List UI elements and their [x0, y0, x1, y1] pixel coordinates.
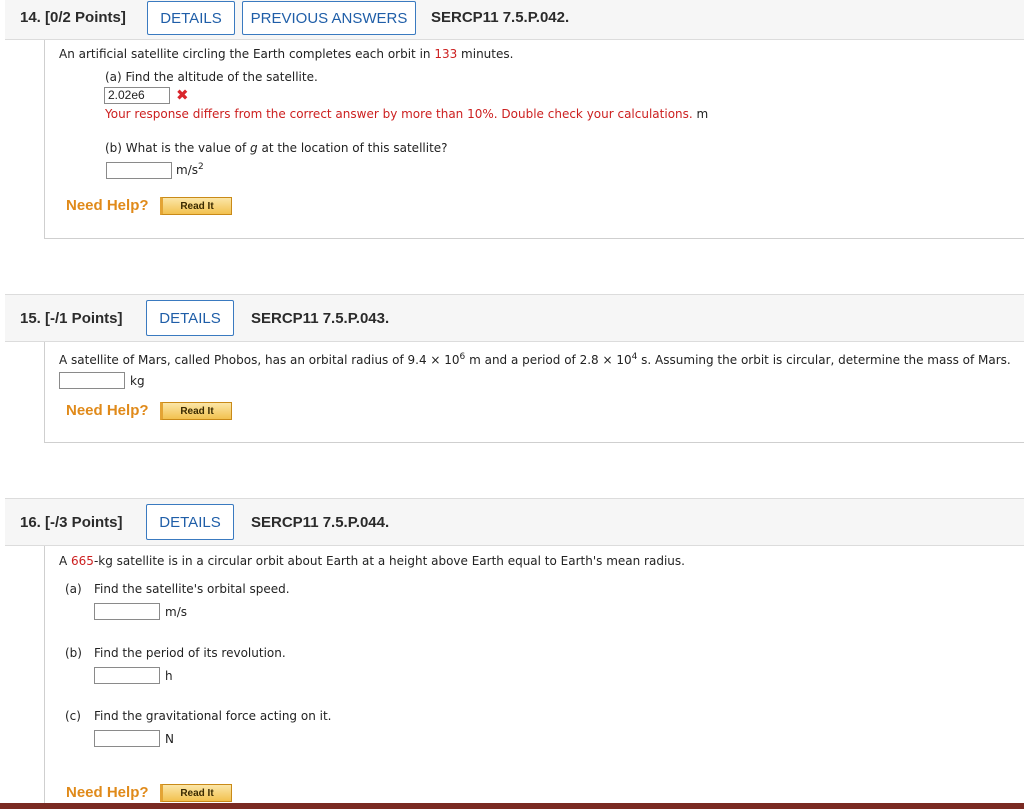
q14-part-b-text: (b) What is the value of g at the locati…: [105, 141, 448, 155]
q14-previous-answers-button[interactable]: PREVIOUS ANSWERS: [242, 1, 416, 35]
q16-part-c-text: Find the gravitational force acting on i…: [94, 709, 332, 723]
q14-details-button[interactable]: DETAILS: [147, 1, 235, 35]
incorrect-x-icon: ✖: [176, 86, 189, 104]
q14-body: An artificial satellite circling the Ear…: [44, 40, 1024, 239]
q15-points: 15. [-/1 Points]: [20, 309, 123, 327]
q16-part-c-unit: N: [165, 732, 174, 746]
q14-part-b-unit: m/s2: [176, 162, 204, 177]
q14-part-b-input[interactable]: [106, 162, 172, 179]
q16-part-a-label: (a): [65, 582, 82, 596]
q15-unit: kg: [130, 374, 145, 388]
q16-part-a-input[interactable]: [94, 603, 160, 620]
q15-mass-input[interactable]: [59, 372, 125, 389]
q16-points: 16. [-/3 Points]: [20, 513, 123, 531]
q14-points: 14. [0/2 Points]: [20, 9, 126, 26]
q14-orbit-minutes: 133: [434, 47, 458, 61]
q16-body: A 665-kg satellite is in a circular orbi…: [44, 546, 1024, 803]
q14-part-a-feedback: Your response differs from the correct a…: [105, 107, 709, 121]
q16-problem-id: SERCP11 7.5.P.044.: [251, 513, 390, 531]
q16-header: 16. [-/3 Points] DETAILS SERCP11 7.5.P.0…: [5, 498, 1024, 546]
q16-part-b-input[interactable]: [94, 667, 160, 684]
q14-header: 14. [0/2 Points] DETAILS PREVIOUS ANSWER…: [5, 0, 1024, 40]
q15-header: 15. [-/1 Points] DETAILS SERCP11 7.5.P.0…: [5, 294, 1024, 342]
q15-problem-id: SERCP11 7.5.P.043.: [251, 309, 390, 327]
bottom-bar: [0, 803, 1024, 809]
q15-body: A satellite of Mars, called Phobos, has …: [44, 342, 1024, 443]
q16-part-b-unit: h: [165, 669, 173, 683]
q16-part-a-text: Find the satellite's orbital speed.: [94, 582, 290, 596]
q16-satellite-mass: 665: [71, 554, 94, 568]
q15-prompt: A satellite of Mars, called Phobos, has …: [59, 352, 1011, 367]
q15-details-button[interactable]: DETAILS: [146, 300, 234, 336]
q14-need-help: Need Help?: [66, 197, 149, 214]
q14-part-a-text: (a) Find the altitude of the satellite.: [105, 70, 318, 84]
q14-part-a-input[interactable]: 2.02e6: [104, 87, 170, 104]
q15-read-it-button[interactable]: Read It: [160, 402, 232, 420]
q16-part-a-unit: m/s: [165, 605, 187, 619]
q16-part-c-input[interactable]: [94, 730, 160, 747]
q16-part-c-label: (c): [65, 709, 81, 723]
q16-part-b-text: Find the period of its revolution.: [94, 646, 286, 660]
q14-problem-id: SERCP11 7.5.P.042.: [431, 9, 570, 26]
q16-read-it-button[interactable]: Read It: [160, 784, 232, 802]
q14-prompt: An artificial satellite circling the Ear…: [59, 47, 514, 61]
q14-read-it-button[interactable]: Read It: [160, 197, 232, 215]
q16-prompt: A 665-kg satellite is in a circular orbi…: [59, 554, 685, 568]
q16-part-b-label: (b): [65, 646, 82, 660]
q16-need-help: Need Help?: [66, 784, 149, 801]
q16-details-button[interactable]: DETAILS: [146, 504, 234, 540]
q15-need-help: Need Help?: [66, 402, 149, 419]
